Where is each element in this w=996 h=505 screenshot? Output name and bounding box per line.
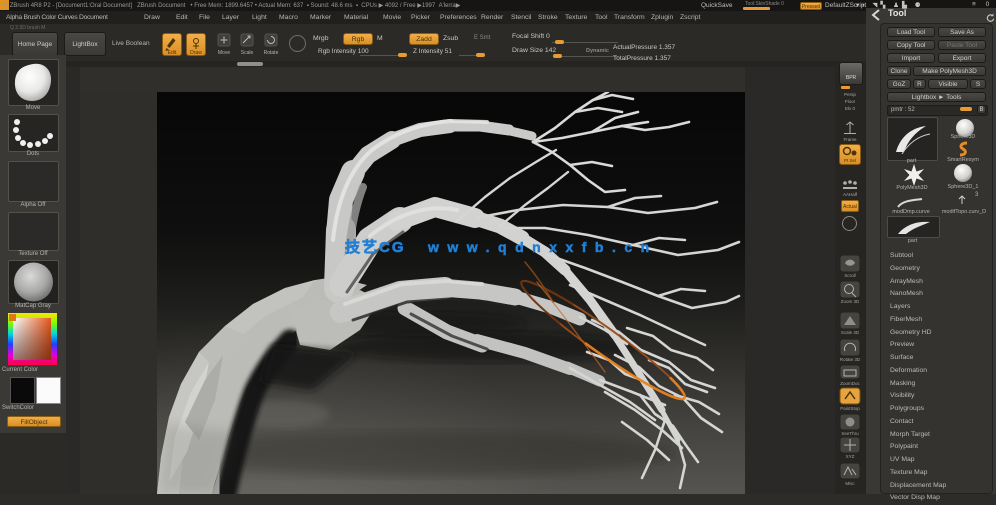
svg-text:Scale 3D: Scale 3D: [841, 330, 860, 335]
svg-text:AAHalf: AAHalf: [843, 192, 858, 197]
svg-text:技艺CG: 技艺CG: [345, 238, 406, 256]
svg-text:Rotate 3D: Rotate 3D: [840, 357, 861, 362]
svg-text:Misc: Misc: [845, 481, 855, 486]
svg-text:Rotate: Rotate: [264, 50, 279, 56]
svg-text:Move: Move: [218, 50, 230, 56]
svg-text:www.qdnxxfb.cn: www.qdnxxfb.cn: [427, 239, 658, 255]
svg-text:Scale: Scale: [241, 50, 254, 56]
svg-text:Scroll: Scroll: [844, 273, 855, 278]
svg-text:ZoomDoc: ZoomDoc: [840, 381, 860, 386]
svg-text:Draw: Draw: [190, 50, 202, 55]
svg-text:SeeThru: SeeThru: [841, 431, 859, 436]
svg-text:Frame: Frame: [843, 137, 856, 142]
svg-text:Edit: Edit: [168, 50, 177, 55]
svg-text:XYZ: XYZ: [846, 454, 855, 459]
svg-text:Zoom 3D: Zoom 3D: [841, 299, 860, 304]
svg-text:Pt Sel: Pt Sel: [844, 158, 856, 163]
svg-text:PaintStop: PaintStop: [840, 406, 860, 411]
